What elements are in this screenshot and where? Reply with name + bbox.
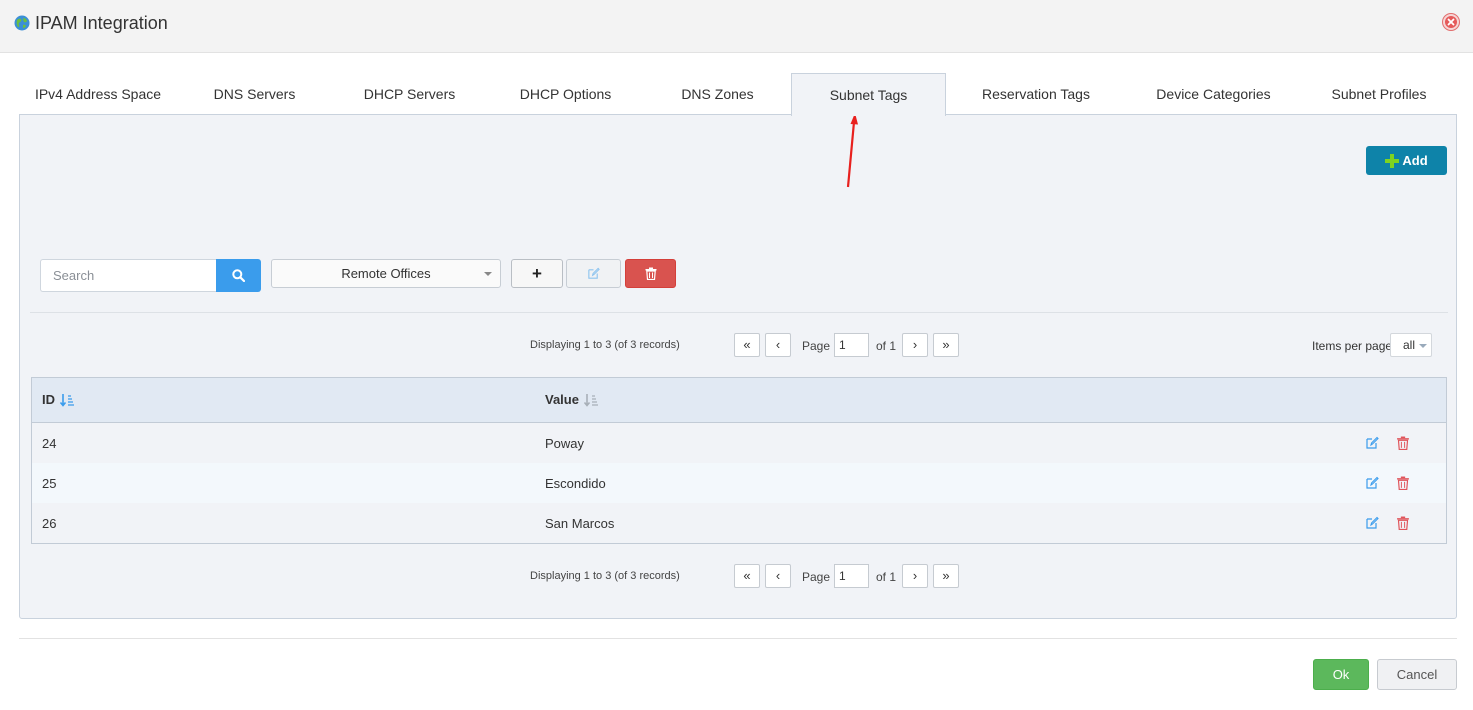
row-value: Poway <box>545 436 585 451</box>
next-page-button[interactable]: › <box>902 564 928 588</box>
plus-label: + <box>532 263 542 283</box>
items-per-page-label: Items per page <box>1312 339 1393 353</box>
ok-button[interactable]: Ok <box>1313 659 1369 690</box>
first-page-button[interactable]: « <box>734 333 760 357</box>
trash-icon[interactable] <box>1396 516 1410 530</box>
column-header-value[interactable]: Value <box>545 392 598 407</box>
delete-tag-group-button[interactable] <box>625 259 676 288</box>
search-button[interactable] <box>216 259 261 292</box>
page-total: of 1 <box>876 339 897 353</box>
tab-dns-zones[interactable]: DNS Zones <box>644 73 791 115</box>
prev-page-button[interactable]: ‹ <box>765 333 791 357</box>
tab-bar: IPv4 Address Space DNS Servers DHCP Serv… <box>19 73 1457 116</box>
last-page-button[interactable]: » <box>933 564 959 588</box>
footer-divider <box>19 638 1457 639</box>
add-button[interactable]: Add <box>1366 146 1447 175</box>
search-box <box>40 259 261 292</box>
row-value: Escondido <box>545 476 606 491</box>
add-button-label: Add <box>1402 153 1428 168</box>
close-circle-icon[interactable] <box>1441 12 1461 32</box>
row-value: San Marcos <box>545 516 615 531</box>
chevron-down-icon <box>484 272 492 276</box>
tag-group-select[interactable]: Remote Offices <box>271 259 501 288</box>
edit-tag-group-button[interactable] <box>566 259 621 288</box>
dialog-title: IPAM Integration <box>35 13 168 33</box>
tab-dhcp-servers[interactable]: DHCP Servers <box>332 73 487 115</box>
column-header-value-label: Value <box>545 392 579 407</box>
edit-icon[interactable] <box>1365 516 1379 530</box>
row-id: 26 <box>42 516 57 531</box>
table-row[interactable]: 24 Poway <box>32 423 1446 463</box>
page-label: Page <box>802 339 831 353</box>
plus-icon <box>1385 153 1400 168</box>
bottom-pagination: Displaying 1 to 3 (of 3 records) « ‹ Pag… <box>530 564 970 589</box>
sort-icon <box>583 393 598 407</box>
trash-icon[interactable] <box>1396 476 1410 490</box>
tags-table: ID Value 24 Poway 25 Escondido 26 San Ma… <box>31 377 1447 544</box>
items-per-page-value: all <box>1403 338 1416 352</box>
trash-icon <box>645 267 656 280</box>
next-page-button[interactable]: › <box>902 333 928 357</box>
trash-icon[interactable] <box>1396 436 1410 450</box>
edit-icon[interactable] <box>1365 476 1379 490</box>
search-input[interactable] <box>40 259 217 292</box>
table-row[interactable]: 25 Escondido <box>32 463 1446 503</box>
edit-icon[interactable] <box>1365 436 1379 450</box>
cancel-button[interactable]: Cancel <box>1377 659 1457 690</box>
page-input[interactable]: 1 <box>834 564 869 588</box>
tag-group-selected: Remote Offices <box>341 266 431 281</box>
column-header-id[interactable]: ID <box>42 392 74 407</box>
page-total: of 1 <box>876 570 897 584</box>
records-count: Displaying 1 to 3 (of 3 records) <box>530 339 680 351</box>
dialog-header: IPAM Integration <box>0 0 1473 53</box>
tab-subnet-tags[interactable]: Subnet Tags <box>791 73 946 116</box>
sort-icon <box>60 393 74 407</box>
tab-reservation-tags[interactable]: Reservation Tags <box>946 73 1126 115</box>
tab-dhcp-options[interactable]: DHCP Options <box>487 73 644 115</box>
top-pagination: Displaying 1 to 3 (of 3 records) « ‹ Pag… <box>530 333 970 358</box>
prev-page-button[interactable]: ‹ <box>765 564 791 588</box>
records-count: Displaying 1 to 3 (of 3 records) <box>530 570 680 582</box>
column-header-id-label: ID <box>42 392 55 407</box>
items-per-page-select[interactable]: all <box>1390 333 1432 357</box>
subnet-tags-panel: Add Remote Offices + Displa <box>19 114 1457 619</box>
globe-icon <box>14 15 30 31</box>
last-page-button[interactable]: » <box>933 333 959 357</box>
add-tag-group-button[interactable]: + <box>511 259 563 288</box>
row-id: 24 <box>42 436 57 451</box>
table-row[interactable]: 26 San Marcos <box>32 503 1446 543</box>
tab-dns-servers[interactable]: DNS Servers <box>177 73 332 115</box>
toolbar-divider <box>30 312 1448 313</box>
first-page-button[interactable]: « <box>734 564 760 588</box>
page-label: Page <box>802 570 831 584</box>
table-header: ID Value <box>32 378 1446 423</box>
edit-icon <box>588 267 600 279</box>
tab-ipv4-address-space[interactable]: IPv4 Address Space <box>19 73 177 115</box>
page-input[interactable]: 1 <box>834 333 869 357</box>
search-icon <box>232 269 245 282</box>
row-id: 25 <box>42 476 57 491</box>
chevron-down-icon <box>1419 344 1427 348</box>
tab-subnet-profiles[interactable]: Subnet Profiles <box>1301 73 1457 115</box>
tab-device-categories[interactable]: Device Categories <box>1126 73 1301 115</box>
